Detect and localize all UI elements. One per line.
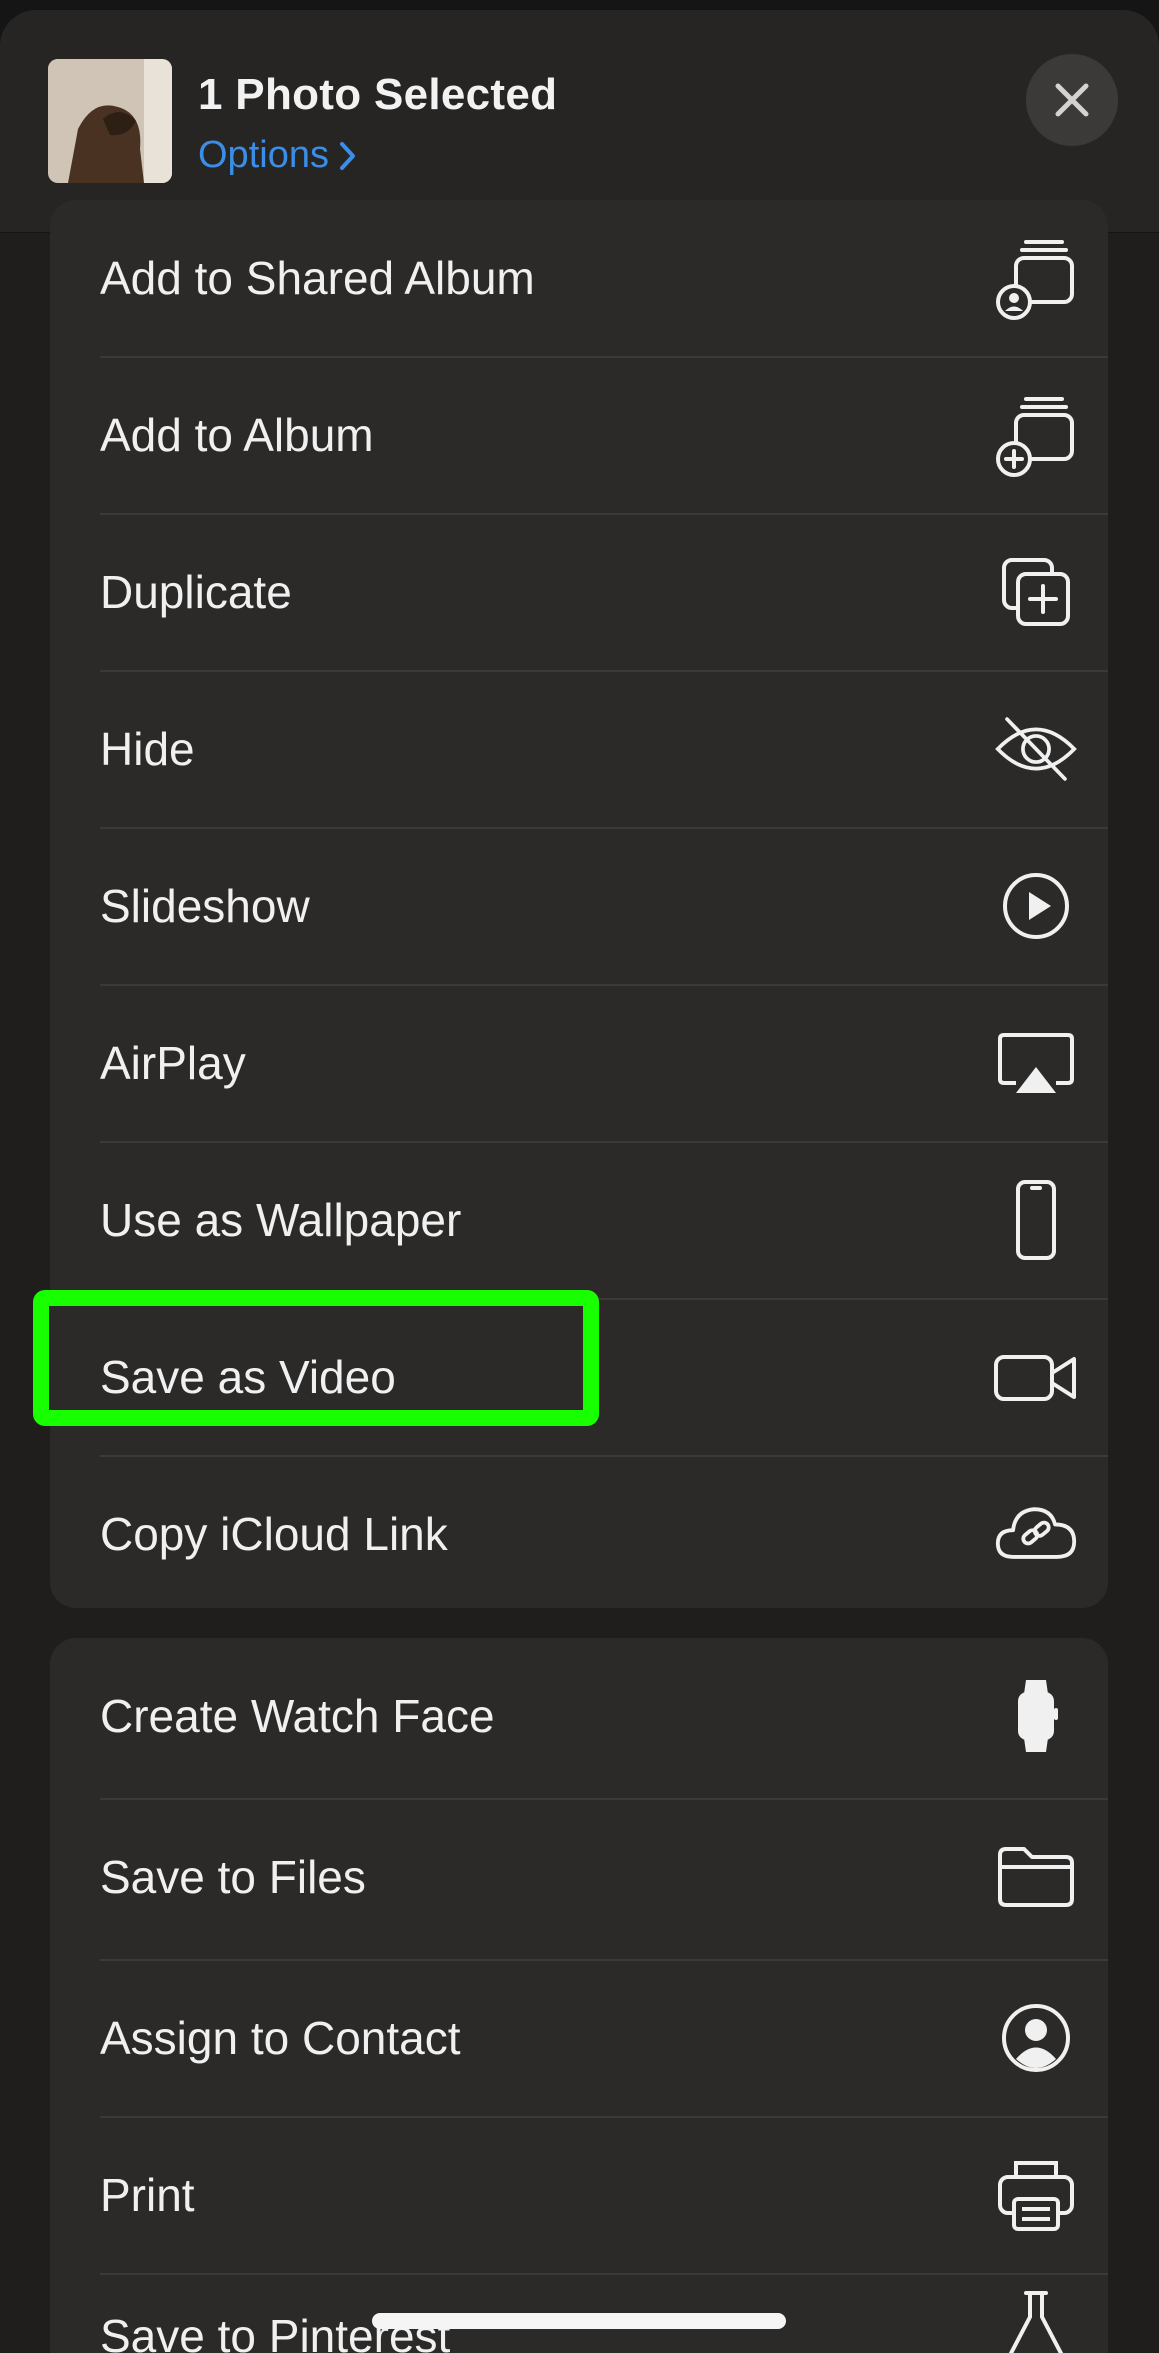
selection-title: 1 Photo Selected bbox=[198, 70, 558, 119]
action-label: Print bbox=[100, 2169, 195, 2221]
play-circle-icon bbox=[994, 864, 1078, 948]
action-duplicate[interactable]: Duplicate bbox=[50, 514, 1108, 670]
action-hide[interactable]: Hide bbox=[50, 671, 1108, 827]
cloud-link-icon bbox=[994, 1492, 1078, 1576]
action-label: Save to Files bbox=[100, 1851, 366, 1903]
watch-icon bbox=[994, 1674, 1078, 1758]
action-assign-to-contact[interactable]: Assign to Contact bbox=[50, 1960, 1108, 2116]
printer-icon bbox=[994, 2153, 1078, 2237]
video-camera-icon bbox=[994, 1335, 1078, 1419]
action-label: AirPlay bbox=[100, 1037, 246, 1089]
flask-icon bbox=[994, 2287, 1078, 2353]
action-print[interactable]: Print bbox=[50, 2117, 1108, 2273]
action-use-as-wallpaper[interactable]: Use as Wallpaper bbox=[50, 1142, 1108, 1298]
action-add-to-shared-album[interactable]: Add to Shared Album bbox=[50, 200, 1108, 356]
action-save-to-files[interactable]: Save to Files bbox=[50, 1799, 1108, 1955]
action-label: Hide bbox=[100, 723, 195, 775]
folder-icon bbox=[994, 1835, 1078, 1919]
action-create-watch-face[interactable]: Create Watch Face bbox=[50, 1638, 1108, 1794]
action-copy-icloud-link[interactable]: Copy iCloud Link bbox=[50, 1456, 1108, 1608]
screen: 1 Photo Selected Options Add to Shared A… bbox=[0, 0, 1159, 2353]
close-icon bbox=[1052, 80, 1092, 120]
actions-group-secondary: Create Watch Face Save to Files Assign t… bbox=[50, 1638, 1108, 2353]
action-label: Save as Video bbox=[100, 1351, 396, 1403]
action-airplay[interactable]: AirPlay bbox=[50, 985, 1108, 1141]
chevron-right-icon bbox=[339, 141, 357, 171]
action-slideshow[interactable]: Slideshow bbox=[50, 828, 1108, 984]
home-indicator[interactable] bbox=[372, 2313, 786, 2329]
action-label: Add to Shared Album bbox=[100, 252, 535, 304]
airplay-icon bbox=[994, 1021, 1078, 1105]
action-label: Duplicate bbox=[100, 566, 292, 618]
action-label: Slideshow bbox=[100, 880, 310, 932]
action-label: Create Watch Face bbox=[100, 1690, 495, 1742]
action-add-to-album[interactable]: Add to Album bbox=[50, 357, 1108, 513]
action-label: Copy iCloud Link bbox=[100, 1508, 448, 1560]
phone-icon bbox=[994, 1178, 1078, 1262]
action-label: Add to Album bbox=[100, 409, 374, 461]
eye-slash-icon bbox=[994, 707, 1078, 791]
options-link[interactable]: Options bbox=[198, 134, 357, 177]
action-label: Assign to Contact bbox=[100, 2012, 461, 2064]
contact-icon bbox=[994, 1996, 1078, 2080]
share-sheet: 1 Photo Selected Options Add to Shared A… bbox=[0, 10, 1159, 2353]
add-album-icon bbox=[994, 393, 1078, 477]
shared-album-icon bbox=[994, 236, 1078, 320]
actions-group-primary: Add to Shared Album Add to Album Duplica… bbox=[50, 200, 1108, 1608]
duplicate-icon bbox=[994, 550, 1078, 634]
photo-thumbnail bbox=[48, 59, 172, 183]
close-button[interactable] bbox=[1026, 54, 1118, 146]
action-save-as-video[interactable]: Save as Video bbox=[50, 1299, 1108, 1455]
options-label: Options bbox=[198, 134, 329, 176]
action-label: Use as Wallpaper bbox=[100, 1194, 462, 1246]
